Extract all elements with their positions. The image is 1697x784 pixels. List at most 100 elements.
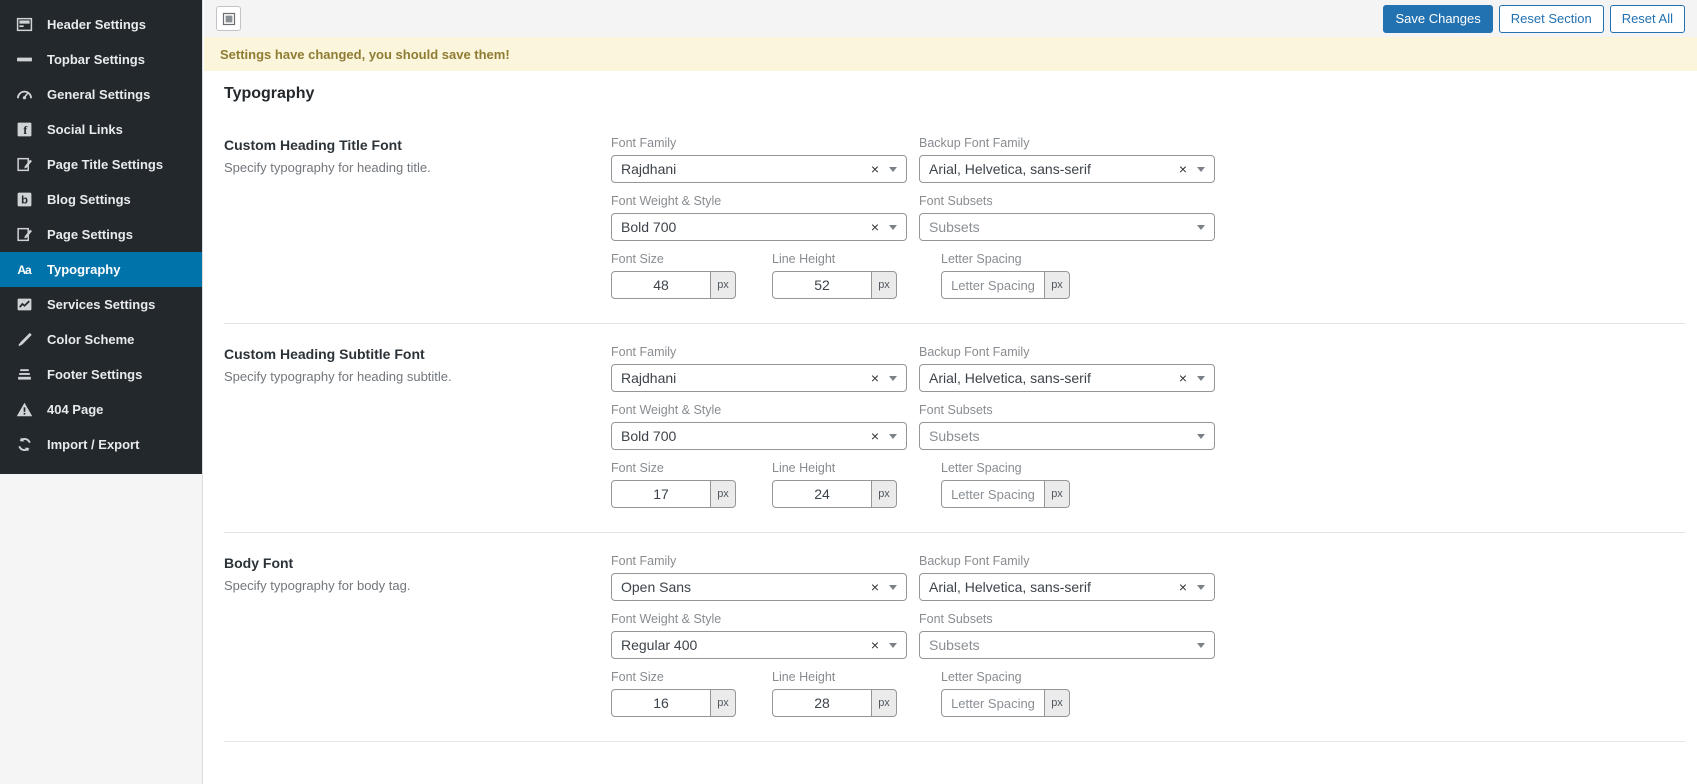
font-weight-label: Font Weight & Style xyxy=(611,612,722,626)
footer-icon xyxy=(14,365,34,385)
clear-icon[interactable]: × xyxy=(871,429,879,443)
line-height-input[interactable] xyxy=(772,480,872,508)
font-family-label: Font Family xyxy=(611,554,677,568)
sidebar-item-header-settings[interactable]: Header Settings xyxy=(0,7,202,42)
svg-text:b: b xyxy=(21,195,28,207)
chevron-down-icon[interactable] xyxy=(889,642,897,648)
chevron-down-icon[interactable] xyxy=(889,584,897,590)
backup-font-family-label: Backup Font Family xyxy=(919,554,1030,568)
font-weight-select[interactable]: Bold 700 × xyxy=(611,213,907,241)
letter-spacing-label: Letter Spacing xyxy=(941,461,1022,475)
page-title: Typography xyxy=(224,85,315,102)
reset-section-button[interactable]: Reset Section xyxy=(1498,4,1604,33)
clear-icon[interactable]: × xyxy=(1179,371,1187,385)
sidebar-item-label: 404 Page xyxy=(47,402,104,417)
clear-icon[interactable]: × xyxy=(871,638,879,652)
font-family-label: Font Family xyxy=(611,136,677,150)
letter-spacing-input[interactable] xyxy=(941,689,1045,717)
clear-icon[interactable]: × xyxy=(871,371,879,385)
toggle-sections-button[interactable] xyxy=(216,6,241,31)
unit-suffix: px xyxy=(1044,689,1070,717)
sidebar-item-import-export[interactable]: Import / Export xyxy=(0,427,202,462)
font-weight-select[interactable]: Regular 400 × xyxy=(611,631,907,659)
save-changes-button[interactable]: Save Changes xyxy=(1383,4,1493,33)
sidebar-item-services-settings[interactable]: Services Settings xyxy=(0,287,202,322)
unit-suffix: px xyxy=(710,480,736,508)
sidebar-item-footer-settings[interactable]: Footer Settings xyxy=(0,357,202,392)
font-family-label: Font Family xyxy=(611,345,677,359)
reset-all-button[interactable]: Reset All xyxy=(1609,4,1685,33)
line-height-input[interactable] xyxy=(772,271,872,299)
chevron-down-icon[interactable] xyxy=(1197,224,1205,230)
section-description: Specify typography for heading title. xyxy=(224,160,431,175)
unit-suffix: px xyxy=(1044,480,1070,508)
chevron-down-icon[interactable] xyxy=(889,375,897,381)
svg-text:f: f xyxy=(23,124,27,137)
sidebar-item-label: Blog Settings xyxy=(47,192,131,207)
line-height-label: Line Height xyxy=(772,461,836,475)
font-subsets-label: Font Subsets xyxy=(919,612,993,626)
font-size-input[interactable] xyxy=(611,480,711,508)
section-description: Specify typography for body tag. xyxy=(224,578,411,593)
font-size-input[interactable] xyxy=(611,689,711,717)
font-subsets-select[interactable]: Subsets xyxy=(919,213,1215,241)
letter-spacing-input[interactable] xyxy=(941,271,1045,299)
sidebar-item-page-settings[interactable]: Page Settings xyxy=(0,217,202,252)
sidebar-item-label: Page Settings xyxy=(47,227,133,242)
sidebar-item-page-title-settings[interactable]: Page Title Settings xyxy=(0,147,202,182)
letter-spacing-input[interactable] xyxy=(941,480,1045,508)
sidebar-item-typography[interactable]: Aa Typography xyxy=(0,252,202,287)
blog-icon: b xyxy=(14,190,34,210)
section-title: Custom Heading Title Font xyxy=(224,137,402,153)
sidebar-item-label: Social Links xyxy=(47,122,123,137)
sidebar-item-topbar-settings[interactable]: Topbar Settings xyxy=(0,42,202,77)
chevron-down-icon[interactable] xyxy=(889,224,897,230)
clear-icon[interactable]: × xyxy=(871,162,879,176)
topbar-icon xyxy=(14,50,34,70)
clear-icon[interactable]: × xyxy=(871,220,879,234)
font-subsets-select[interactable]: Subsets xyxy=(919,631,1215,659)
font-weight-label: Font Weight & Style xyxy=(611,403,722,417)
font-weight-select[interactable]: Bold 700 × xyxy=(611,422,907,450)
backup-font-family-select[interactable]: Arial, Helvetica, sans-serif × xyxy=(919,573,1215,601)
sidebar-item-label: Color Scheme xyxy=(47,332,135,347)
backup-font-family-select[interactable]: Arial, Helvetica, sans-serif × xyxy=(919,364,1215,392)
sidebar-item-blog-settings[interactable]: b Blog Settings xyxy=(0,182,202,217)
font-size-label: Font Size xyxy=(611,670,664,684)
font-size-input[interactable] xyxy=(611,271,711,299)
sidebar-item-404-page[interactable]: 404 Page xyxy=(0,392,202,427)
chevron-down-icon[interactable] xyxy=(889,433,897,439)
clear-icon[interactable]: × xyxy=(1179,580,1187,594)
sidebar-item-color-scheme[interactable]: Color Scheme xyxy=(0,322,202,357)
sidebar-item-label: Import / Export xyxy=(47,437,140,452)
font-family-select[interactable]: Rajdhani × xyxy=(611,155,907,183)
font-subsets-label: Font Subsets xyxy=(919,194,993,208)
unit-suffix: px xyxy=(871,689,897,717)
backup-font-family-select[interactable]: Arial, Helvetica, sans-serif × xyxy=(919,155,1215,183)
sync-icon xyxy=(14,435,34,455)
letter-spacing-label: Letter Spacing xyxy=(941,252,1022,266)
line-height-label: Line Height xyxy=(772,252,836,266)
edit-icon xyxy=(14,155,34,175)
chevron-down-icon[interactable] xyxy=(889,166,897,172)
main-panel: Save Changes Reset Section Reset All Set… xyxy=(204,0,1697,784)
sidebar-item-label: General Settings xyxy=(47,87,151,102)
panel-icon xyxy=(221,11,237,27)
backup-font-family-label: Backup Font Family xyxy=(919,136,1030,150)
sidebar-item-social-links[interactable]: f Social Links xyxy=(0,112,202,147)
line-height-input[interactable] xyxy=(772,689,872,717)
clear-icon[interactable]: × xyxy=(871,580,879,594)
sidebar-item-label: Typography xyxy=(47,262,121,277)
chevron-down-icon[interactable] xyxy=(1197,375,1205,381)
toolbar-actions: Save Changes Reset Section Reset All xyxy=(1383,4,1685,33)
clear-icon[interactable]: × xyxy=(1179,162,1187,176)
sidebar-menu: Header Settings Topbar Settings General … xyxy=(0,0,202,474)
chevron-down-icon[interactable] xyxy=(1197,584,1205,590)
font-family-select[interactable]: Open Sans × xyxy=(611,573,907,601)
chevron-down-icon[interactable] xyxy=(1197,433,1205,439)
font-family-select[interactable]: Rajdhani × xyxy=(611,364,907,392)
font-subsets-select[interactable]: Subsets xyxy=(919,422,1215,450)
sidebar-item-general-settings[interactable]: General Settings xyxy=(0,77,202,112)
chevron-down-icon[interactable] xyxy=(1197,166,1205,172)
chevron-down-icon[interactable] xyxy=(1197,642,1205,648)
